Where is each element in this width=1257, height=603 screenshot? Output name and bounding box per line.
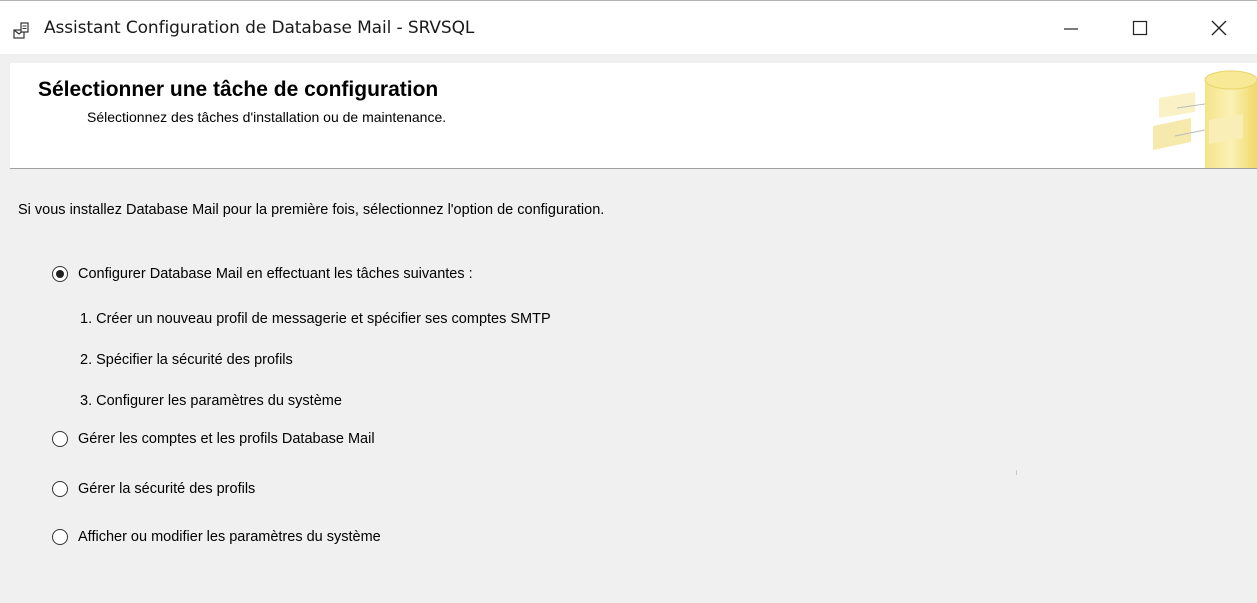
separator-mark — [1016, 470, 1017, 475]
maximize-button[interactable] — [1112, 1, 1168, 54]
option-label: Configurer Database Mail en effectuant l… — [78, 266, 473, 282]
window-title: Assistant Configuration de Database Mail… — [44, 18, 475, 38]
minimize-button[interactable] — [1043, 1, 1099, 54]
wizard-window: Assistant Configuration de Database Mail… — [0, 0, 1257, 603]
page-subtitle: Sélectionnez des tâches d'installation o… — [87, 109, 447, 125]
option-label: Afficher ou modifier les paramètres du s… — [78, 529, 381, 545]
wizard-header-banner: Sélectionner une tâche de configuration … — [10, 63, 1257, 169]
minimize-icon — [1064, 27, 1078, 30]
close-icon — [1211, 20, 1227, 35]
option-configure-database-mail[interactable]: Configurer Database Mail en effectuant l… — [52, 266, 473, 282]
option-view-system-parameters[interactable]: Afficher ou modifier les paramètres du s… — [52, 529, 381, 545]
option-manage-accounts-profiles[interactable]: Gérer les comptes et les profils Databas… — [52, 431, 375, 447]
option-manage-profile-security[interactable]: Gérer la sécurité des profils — [52, 481, 255, 497]
database-mail-wizard-icon[interactable] — [13, 22, 31, 40]
title-bar[interactable]: Assistant Configuration de Database Mail… — [0, 1, 1257, 54]
close-button[interactable] — [1191, 1, 1247, 54]
step-item: 2. Spécifier la sécurité des profils — [80, 352, 293, 368]
radio-manage-accounts-profiles[interactable] — [52, 431, 68, 447]
radio-view-system-parameters[interactable] — [52, 529, 68, 545]
option-label: Gérer les comptes et les profils Databas… — [78, 431, 375, 447]
intro-text: Si vous installez Database Mail pour la … — [18, 202, 605, 218]
database-wizard-banner-icon — [1147, 68, 1257, 168]
option-label: Gérer la sécurité des profils — [78, 481, 256, 497]
step-item: 3. Configurer les paramètres du système — [80, 393, 342, 409]
step-item: 1. Créer un nouveau profil de messagerie… — [80, 311, 551, 327]
radio-configure-database-mail[interactable] — [52, 266, 68, 282]
page-title: Sélectionner une tâche de configuration — [38, 78, 439, 101]
maximize-icon — [1132, 20, 1148, 35]
radio-manage-profile-security[interactable] — [52, 481, 68, 497]
